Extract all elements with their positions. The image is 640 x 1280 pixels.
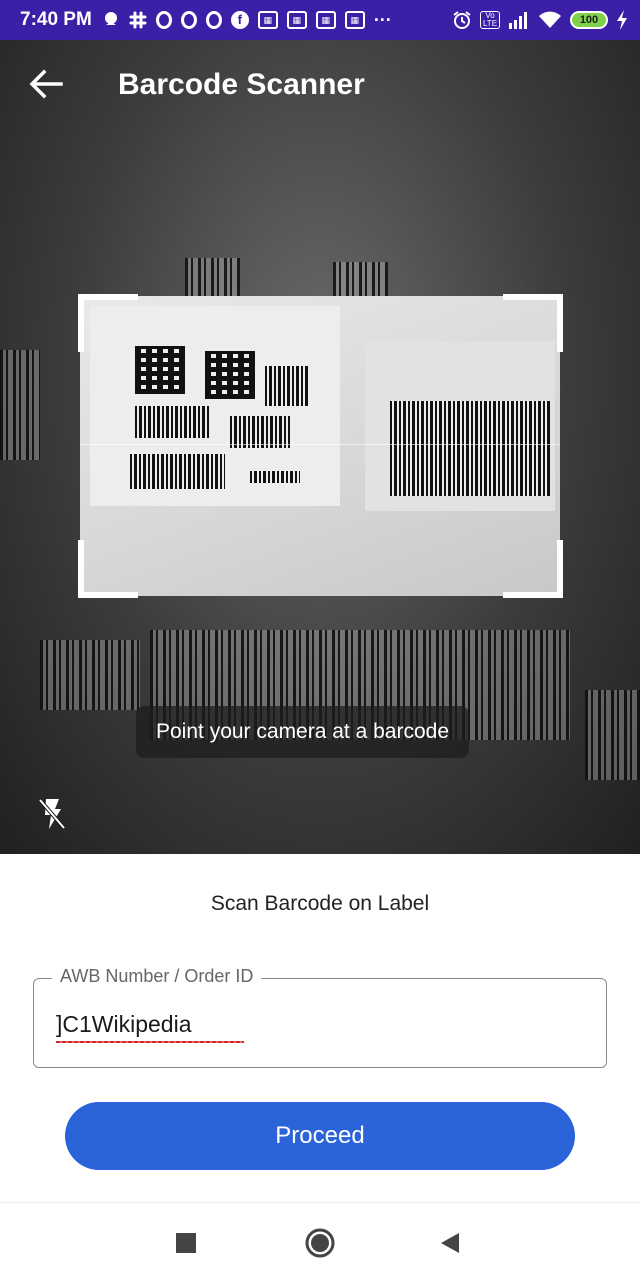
circle-icon — [305, 1228, 335, 1258]
notification-box-icon: ▦ — [344, 11, 365, 29]
arrow-left-icon — [29, 69, 63, 99]
mini-barcode — [265, 366, 310, 406]
awb-order-field[interactable]: AWB Number / Order ID — [33, 966, 607, 1068]
status-bar: 7:40 PM f ▦ ▦ ▦ ▦ ··· Vo LTE 100 — [0, 0, 640, 40]
slack-icon — [129, 11, 147, 29]
charging-icon — [616, 10, 628, 30]
signal-icon — [508, 11, 530, 29]
alarm-icon — [452, 10, 472, 30]
page-title: Barcode Scanner — [118, 68, 365, 101]
scan-window — [80, 296, 560, 596]
sheet-title: Scan Barcode on Label — [210, 892, 430, 915]
mini-barcode — [135, 406, 210, 438]
awb-order-field-label: AWB Number / Order ID — [52, 966, 262, 987]
ring-icon — [205, 11, 222, 29]
barcode-image-right — [365, 341, 555, 511]
flash-toggle-button[interactable] — [30, 792, 74, 836]
background-barcode — [0, 350, 40, 460]
scan-frame-corner-top-left — [78, 294, 138, 352]
scan-frame-corner-bottom-right — [503, 540, 563, 598]
camera-preview: Barcode Scanner Point your camera at a b… — [0, 40, 640, 854]
ring-icon — [180, 11, 197, 29]
notification-box-icon: ▦ — [286, 11, 307, 29]
awb-order-input[interactable] — [56, 1011, 576, 1038]
battery-icon: 100 — [570, 11, 608, 29]
qr-code — [135, 346, 185, 394]
mini-barcode — [250, 471, 300, 483]
background-barcode — [40, 640, 140, 710]
scan-frame-corner-bottom-left — [78, 540, 138, 598]
spellcheck-underline — [56, 1041, 244, 1043]
flash-off-icon — [38, 798, 66, 830]
input-sheet: Scan Barcode on Label AWB Number / Order… — [0, 854, 640, 1202]
more-notifications-icon: ··· — [373, 9, 392, 30]
scan-line — [80, 444, 560, 445]
home-button[interactable] — [298, 1221, 342, 1265]
status-icons-left: f ▦ ▦ ▦ ▦ ··· — [102, 10, 452, 31]
scan-frame-corner-top-right — [503, 294, 563, 352]
status-icons-right: Vo LTE 100 — [452, 10, 628, 30]
wifi-icon — [538, 11, 562, 29]
chat-bubble-icon — [102, 11, 120, 29]
recents-button[interactable] — [164, 1221, 208, 1265]
status-time: 7:40 PM — [20, 9, 92, 30]
triangle-back-icon — [441, 1233, 459, 1253]
proceed-button[interactable]: Proceed — [65, 1102, 575, 1170]
back-button[interactable] — [24, 62, 68, 106]
background-barcode — [185, 258, 240, 300]
notification-box-icon: ▦ — [257, 11, 278, 29]
notification-box-icon: ▦ — [315, 11, 336, 29]
back-nav-button[interactable] — [428, 1221, 472, 1265]
square-icon — [176, 1233, 196, 1253]
large-barcode — [390, 401, 550, 496]
navigation-bar — [0, 1202, 640, 1280]
volte-icon: Vo LTE — [480, 11, 500, 29]
ring-icon — [155, 11, 172, 29]
qr-code — [205, 351, 255, 399]
mini-barcode — [130, 454, 225, 489]
scan-hint: Point your camera at a barcode — [136, 706, 469, 758]
background-barcode — [585, 690, 640, 780]
app-header: Barcode Scanner — [0, 40, 640, 130]
facebook-icon: f — [230, 11, 249, 29]
